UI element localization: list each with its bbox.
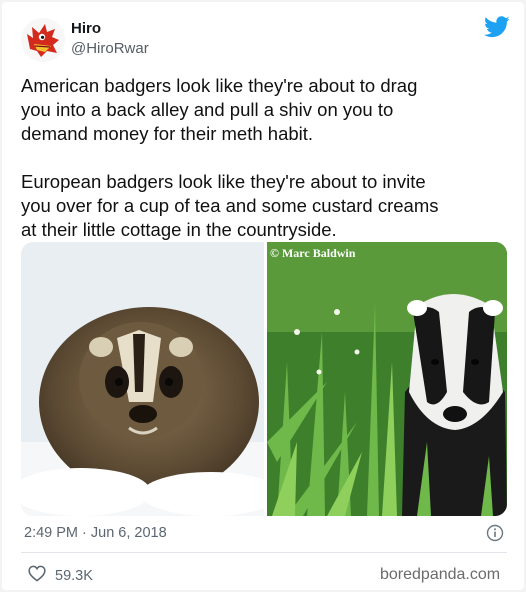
dragon-avatar-icon <box>21 18 65 62</box>
avatar[interactable] <box>21 18 65 62</box>
photo-credit: © Marc Baldwin <box>270 246 356 260</box>
author-name[interactable]: Hiro <box>71 20 101 37</box>
tweet-card: Hiro @HiroRwar American badgers look lik… <box>2 2 524 590</box>
divider <box>21 552 507 553</box>
like-action[interactable]: 59.3K <box>28 565 93 587</box>
source-watermark: boredpanda.com <box>380 566 501 583</box>
european-badger-photo[interactable] <box>267 242 507 516</box>
info-icon[interactable] <box>486 524 504 542</box>
tweet-text: American badgers look like they're about… <box>21 74 513 242</box>
twitter-bird-icon[interactable] <box>484 16 510 38</box>
like-count: 59.3K <box>55 568 93 584</box>
tweet-paragraph-2: European badgers look like they're about… <box>21 171 439 240</box>
author-handle[interactable]: @HiroRwar <box>71 40 149 57</box>
american-badger-photo[interactable] <box>21 242 264 516</box>
heart-icon[interactable] <box>28 565 55 587</box>
tweet-timestamp[interactable]: 2:49 PM · Jun 6, 2018 <box>24 525 167 541</box>
tweet-paragraph-1: American badgers look like they're about… <box>21 75 418 144</box>
